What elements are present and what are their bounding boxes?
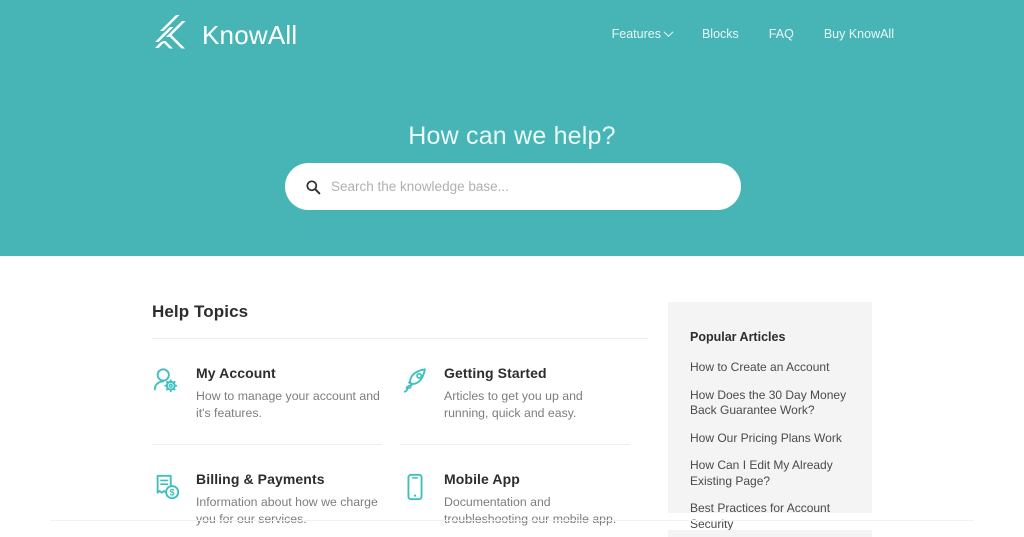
- search-input[interactable]: [331, 179, 721, 194]
- nav-item-buy-knowall-label: Buy KnowAll: [823, 27, 894, 41]
- help-topics-section: Help Topics My Account How to manage you…: [152, 302, 648, 537]
- top-navigation-bar: KnowAll Features Blocks FAQ Buy KnowAll: [0, 0, 1024, 72]
- topic-title: Billing & Payments: [196, 471, 325, 487]
- knowledge-base-page: KnowAll Features Blocks FAQ Buy KnowAll …: [0, 0, 1024, 537]
- nav-item-features[interactable]: Features: [611, 26, 674, 41]
- invoice-dollar-icon: $: [156, 474, 180, 500]
- user-gear-icon: [153, 368, 178, 393]
- sidebar-secondary-card: [668, 530, 872, 537]
- popular-article-item[interactable]: How Our Pricing Plans Work: [690, 431, 850, 447]
- nav-links: Features Blocks FAQ Buy KnowAll: [611, 26, 894, 41]
- topic-title: Mobile App: [444, 471, 520, 487]
- mobile-phone-icon: [407, 473, 423, 501]
- topic-title: Getting Started: [444, 365, 547, 381]
- popular-article-item[interactable]: How Does the 30 Day Money Back Guarantee…: [690, 388, 850, 419]
- chevron-down-icon: [663, 26, 674, 37]
- brand-name: KnowAll: [202, 20, 298, 50]
- svg-text:$: $: [170, 488, 175, 498]
- topic-description: Documentation and troubleshooting our mo…: [444, 495, 617, 526]
- topic-description: Information about how we charge you for …: [196, 495, 378, 526]
- rocket-icon: [403, 368, 426, 393]
- hero-title: How can we help?: [408, 122, 616, 150]
- topic-card-my-account[interactable]: My Account How to manage your account an…: [152, 339, 400, 444]
- nav-item-blocks-label: Blocks: [701, 27, 739, 41]
- topic-column-left-1: My Account How to manage your account an…: [152, 339, 400, 445]
- brand-logo[interactable]: KnowAll: [152, 15, 297, 55]
- knowall-diagonal-stripes-logo-icon: [155, 15, 186, 49]
- search-bar[interactable]: [285, 163, 741, 210]
- popular-articles-title: Popular Articles: [690, 330, 786, 344]
- search-icon: [306, 179, 321, 194]
- main-content: Help Topics My Account How to manage you…: [0, 256, 1024, 537]
- topic-card-getting-started[interactable]: Getting Started Articles to get you up a…: [400, 339, 648, 444]
- hero-section: KnowAll Features Blocks FAQ Buy KnowAll …: [0, 0, 1024, 256]
- nav-item-features-label: Features: [611, 27, 661, 41]
- page-title: Help Topics: [152, 302, 249, 321]
- popular-article-item[interactable]: How Can I Edit My Already Existing Page?: [690, 458, 850, 489]
- popular-article-item[interactable]: How to Create an Account: [690, 360, 850, 376]
- topic-card-billing-payments[interactable]: $ Billing & Payments Information about h…: [152, 445, 400, 537]
- topic-description: How to manage your account and it's feat…: [196, 389, 380, 420]
- nav-item-blocks[interactable]: Blocks: [702, 27, 739, 41]
- topic-title: My Account: [196, 365, 276, 381]
- topic-column-left-2: $ Billing & Payments Information about h…: [152, 445, 400, 537]
- popular-articles-card: Popular Articles How to Create an Accoun…: [668, 302, 872, 531]
- topic-column-right-2: Mobile App Documentation and troubleshoo…: [400, 445, 648, 537]
- topic-column-right-1: Getting Started Articles to get you up a…: [400, 339, 648, 445]
- nav-item-faq-label: FAQ: [768, 27, 794, 41]
- topic-card-mobile-app[interactable]: Mobile App Documentation and troubleshoo…: [400, 445, 648, 537]
- topic-description: Articles to get you up and running, quic…: [444, 389, 583, 420]
- content-divider: [50, 520, 974, 521]
- popular-article-item[interactable]: Best Practices for Account Security: [690, 501, 850, 532]
- help-topics-grid: My Account How to manage your account an…: [152, 339, 648, 537]
- nav-item-faq[interactable]: FAQ: [769, 27, 794, 41]
- nav-item-buy-knowall[interactable]: Buy KnowAll: [824, 27, 894, 41]
